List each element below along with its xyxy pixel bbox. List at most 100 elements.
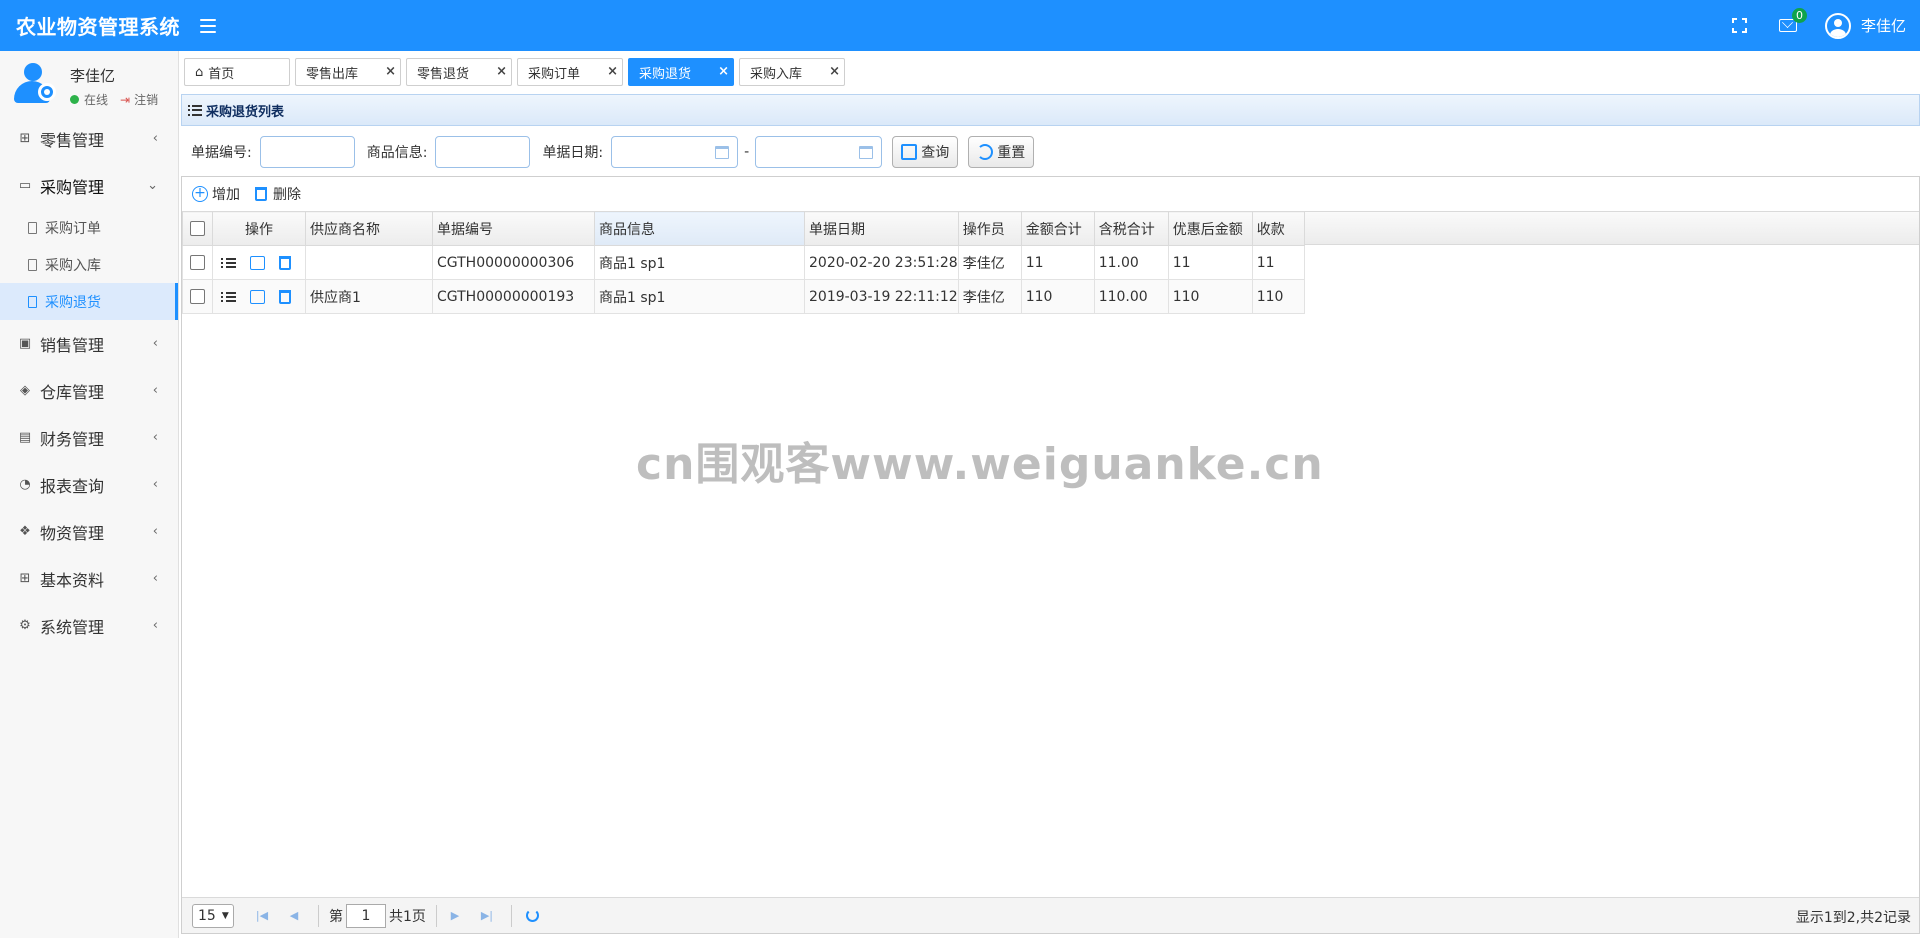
close-icon[interactable]: × xyxy=(496,64,507,79)
sidebar-subitem-purchase-return[interactable]: 采购退货 xyxy=(0,283,178,320)
query-button[interactable]: 查询 xyxy=(892,135,959,168)
edit-icon[interactable] xyxy=(250,289,265,304)
col-header-bill-no[interactable]: 单据编号 xyxy=(432,211,595,246)
divider xyxy=(435,904,437,927)
cell-date: 2020-02-20 23:51:28 xyxy=(804,245,959,280)
chevron-left-icon: ‹ xyxy=(152,336,158,351)
pagination-bar: 15 ▼ |◀ ◀ 第 1 共1页 ▶ ▶| 显示1到2,共2记录 xyxy=(182,897,1919,933)
close-icon[interactable]: × xyxy=(829,64,840,79)
last-page-icon[interactable]: ▶| xyxy=(479,908,495,924)
gear-icon: ⚙ xyxy=(19,618,31,633)
add-button[interactable]: + 增加 xyxy=(192,184,240,204)
page-size-select[interactable]: 15 ▼ xyxy=(192,903,234,928)
refresh-icon[interactable] xyxy=(525,909,539,922)
data-table: 操作 供应商名称 单据编号 商品信息 单据日期 操作员 金额合计 含税合计 优惠… xyxy=(182,211,1305,314)
page-total: 共1页 xyxy=(389,908,426,925)
reset-button[interactable]: 重置 xyxy=(968,135,1035,168)
submenu-label: 采购订单 xyxy=(45,220,101,237)
close-icon[interactable]: × xyxy=(385,64,396,79)
calendar-icon[interactable] xyxy=(859,145,874,159)
col-header-supplier[interactable]: 供应商名称 xyxy=(305,211,433,246)
mail-icon[interactable]: 0 xyxy=(1778,8,1807,32)
cell-received: 110 xyxy=(1251,279,1305,314)
col-header-goods[interactable]: 商品信息 xyxy=(594,211,805,246)
watermark: cn围观客www.weiguanke.cn xyxy=(636,439,1324,490)
chevron-left-icon: ‹ xyxy=(152,524,158,539)
delete-label: 删除 xyxy=(273,187,301,203)
date-separator: - xyxy=(744,143,750,160)
grid-toolbar: + 增加 删除 xyxy=(182,177,1919,211)
detail-list-icon[interactable] xyxy=(221,290,236,304)
table-row[interactable]: CGTH00000000306 商品1 sp1 2020-02-20 23:51… xyxy=(182,245,1305,280)
dropbox-icon: ❖ xyxy=(19,524,31,539)
sidebar-subitem-purchase-in[interactable]: 采购入库 xyxy=(0,246,178,283)
delete-button[interactable]: 删除 xyxy=(255,184,301,204)
sidebar-item-materials[interactable]: ❖ 物资管理 ‹ xyxy=(0,508,178,555)
col-header-amount[interactable]: 金额合计 xyxy=(1020,211,1095,246)
row-checkbox[interactable] xyxy=(190,255,205,270)
sidebar-item-purchase[interactable]: ▭ 采购管理 ⌄ xyxy=(0,162,178,209)
select-all-header[interactable] xyxy=(182,211,213,246)
row-checkbox[interactable] xyxy=(190,289,205,304)
tab-retail-return[interactable]: 零售退货 × xyxy=(406,58,512,86)
close-icon[interactable]: × xyxy=(718,64,729,79)
goods-info-input[interactable] xyxy=(435,135,531,168)
edit-icon[interactable] xyxy=(250,255,265,270)
table-row[interactable]: 供应商1 CGTH00000000193 商品1 sp1 2019-03-19 … xyxy=(182,279,1305,314)
sidebar-subitem-purchase-order[interactable]: 采购订单 xyxy=(0,209,178,246)
table-header-row: 操作 供应商名称 单据编号 商品信息 单据日期 操作员 金额合计 含税合计 优惠… xyxy=(182,211,1305,246)
logout-icon[interactable]: ⇥ xyxy=(120,93,130,107)
prev-page-icon[interactable]: ◀ xyxy=(286,908,302,924)
date-end-input[interactable] xyxy=(755,135,883,168)
cell-supplier: 供应商1 xyxy=(305,279,433,314)
next-page-icon[interactable]: ▶ xyxy=(447,908,463,924)
chevron-down-icon: ⌄ xyxy=(147,178,158,193)
tab-retail-out[interactable]: 零售出库 × xyxy=(295,58,401,86)
first-page-icon[interactable]: |◀ xyxy=(254,908,270,924)
col-header-received[interactable]: 收款 xyxy=(1251,211,1305,246)
select-all-checkbox[interactable] xyxy=(190,221,205,236)
calendar-icon[interactable] xyxy=(715,145,730,159)
sidebar-item-retail[interactable]: ⊞ 零售管理 ‹ xyxy=(0,115,178,162)
col-header-date[interactable]: 单据日期 xyxy=(804,211,959,246)
chevron-left-icon: ‹ xyxy=(152,618,158,633)
trash-icon[interactable] xyxy=(279,289,291,304)
tab-purchase-order[interactable]: 采购订单 × xyxy=(517,58,623,86)
sidebar-item-basic-data[interactable]: ⊞ 基本资料 ‹ xyxy=(0,555,178,602)
app-title: 农业物资管理系统 xyxy=(16,15,180,39)
tab-purchase-in[interactable]: 采购入库 × xyxy=(739,58,845,86)
bill-no-input[interactable] xyxy=(259,135,355,168)
menu-label: 报表查询 xyxy=(40,476,105,496)
sidebar-item-finance[interactable]: ▤ 财务管理 ‹ xyxy=(0,414,178,461)
tab-purchase-return[interactable]: 采购退货 × xyxy=(628,58,734,86)
menu-label: 仓库管理 xyxy=(40,382,105,402)
logout-link[interactable]: 注销 xyxy=(134,91,158,108)
menu-label: 系统管理 xyxy=(40,617,105,637)
menu-label: 物资管理 xyxy=(40,523,105,543)
col-header-operator[interactable]: 操作员 xyxy=(957,211,1022,246)
document-icon xyxy=(28,221,37,234)
page-number-input[interactable]: 1 xyxy=(346,903,386,928)
tab-label: 零售出库 xyxy=(306,66,359,82)
date-start-input[interactable] xyxy=(611,135,739,168)
col-header-discounted[interactable]: 优惠后金额 xyxy=(1167,211,1253,246)
user-menu[interactable]: 李佳亿 xyxy=(1824,12,1906,39)
document-icon xyxy=(28,258,37,271)
close-icon[interactable]: × xyxy=(607,64,618,79)
chevron-left-icon: ‹ xyxy=(152,430,158,445)
chevron-left-icon: ‹ xyxy=(152,131,158,146)
fullscreen-icon[interactable] xyxy=(1731,18,1747,33)
sidebar-item-sales[interactable]: ▣ 销售管理 ‹ xyxy=(0,320,178,367)
tab-home[interactable]: ⌂ 首页 xyxy=(184,58,290,86)
trash-icon[interactable] xyxy=(279,255,291,270)
menu-toggle-icon[interactable] xyxy=(200,18,216,33)
submenu-label: 采购退货 xyxy=(45,294,101,311)
sidebar-item-reports[interactable]: ◔ 报表查询 ‹ xyxy=(0,461,178,508)
trash-icon xyxy=(255,187,267,201)
col-header-tax-amount[interactable]: 含税合计 xyxy=(1093,211,1169,246)
menu-label: 采购管理 xyxy=(40,177,105,197)
detail-list-icon[interactable] xyxy=(221,256,236,270)
sidebar-item-system[interactable]: ⚙ 系统管理 ‹ xyxy=(0,602,178,649)
search-bar: 单据编号: 商品信息: 单据日期: - 查询 重置 xyxy=(181,127,1920,176)
sidebar-item-warehouse[interactable]: ◈ 仓库管理 ‹ xyxy=(0,367,178,414)
